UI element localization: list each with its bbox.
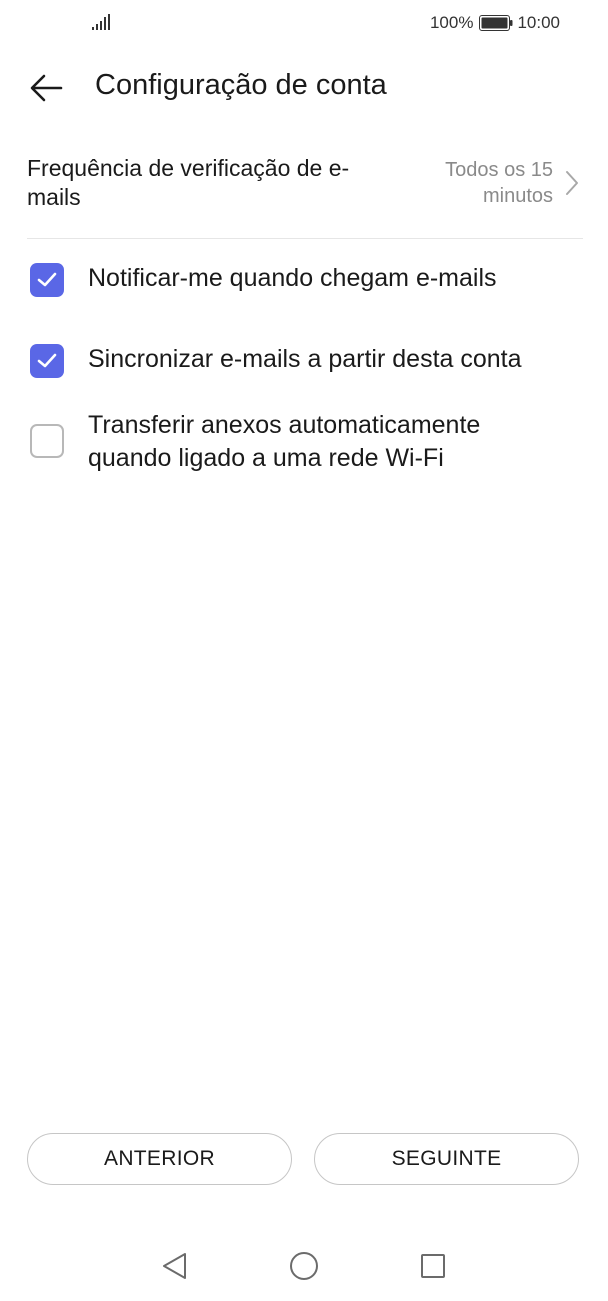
bottom-buttons: ANTERIOR SEGUINTE bbox=[27, 1133, 581, 1187]
arrow-left-icon bbox=[30, 74, 63, 102]
check-frequency-row[interactable]: Frequência de verificação de e-mails Tod… bbox=[27, 150, 583, 239]
back-triangle-icon bbox=[163, 1253, 186, 1279]
status-right: 100% 10:00 bbox=[430, 12, 560, 34]
checkmark-icon bbox=[37, 353, 57, 368]
next-button[interactable]: SEGUINTE bbox=[314, 1133, 579, 1185]
checkmark-icon bbox=[37, 272, 57, 287]
sync-label: Sincronizar e-mails a partir desta conta bbox=[88, 345, 522, 373]
nav-back-button[interactable] bbox=[158, 1250, 190, 1282]
check-frequency-label: Frequência de verificação de e-mails bbox=[27, 155, 350, 210]
chevron-right-icon bbox=[566, 171, 578, 195]
nav-home-button[interactable] bbox=[288, 1250, 320, 1282]
attachments-label: Transferir anexos automaticamente quando… bbox=[88, 411, 481, 472]
navigation-bar bbox=[0, 1240, 608, 1292]
battery-icon bbox=[479, 15, 513, 31]
sync-checkbox[interactable] bbox=[30, 344, 64, 378]
signal-icon bbox=[92, 14, 110, 30]
page-title: Configuração de conta bbox=[95, 69, 387, 101]
previous-button[interactable]: ANTERIOR bbox=[27, 1133, 292, 1185]
option-attachments-row[interactable]: Transferir anexos automaticamente quando… bbox=[30, 408, 590, 478]
recents-square-icon bbox=[421, 1254, 445, 1278]
nav-recents-button[interactable] bbox=[417, 1250, 449, 1282]
app-header: Configuração de conta bbox=[0, 60, 608, 114]
screen: 100% 10:00 Configuração de conta Frequên… bbox=[0, 0, 608, 1301]
battery-percent: 100% bbox=[429, 13, 474, 32]
check-frequency-value: Todos os 15 minutos bbox=[445, 159, 553, 207]
notify-checkbox[interactable] bbox=[30, 263, 64, 297]
option-notify-row[interactable]: Notificar-me quando chegam e-mails bbox=[30, 262, 590, 298]
option-sync-row[interactable]: Sincronizar e-mails a partir desta conta bbox=[30, 342, 590, 378]
clock: 10:00 bbox=[517, 13, 560, 32]
attachments-checkbox[interactable] bbox=[30, 424, 64, 458]
back-button[interactable] bbox=[26, 68, 66, 108]
notify-label: Notificar-me quando chegam e-mails bbox=[88, 264, 497, 292]
status-bar: 100% 10:00 bbox=[0, 0, 608, 46]
home-circle-icon bbox=[290, 1252, 318, 1280]
